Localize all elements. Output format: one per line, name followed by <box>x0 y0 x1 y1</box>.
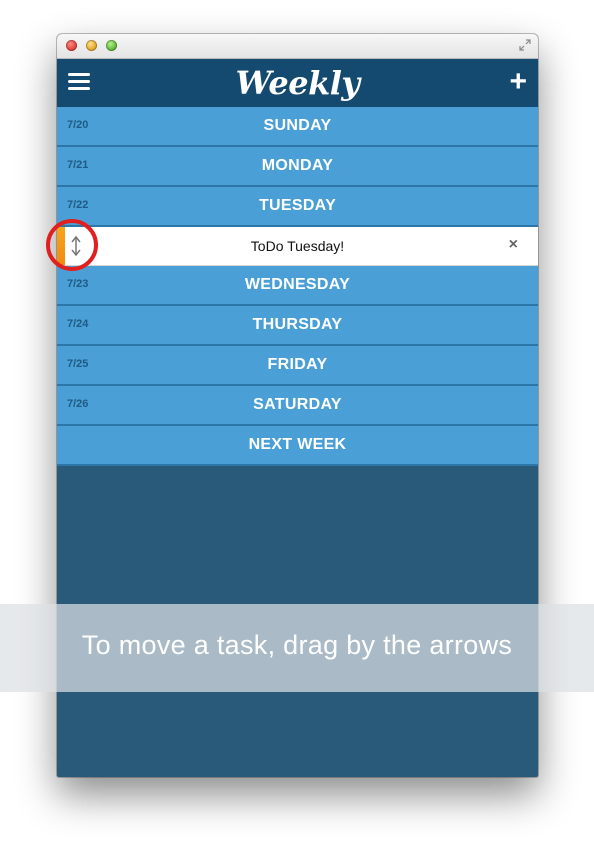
day-row-saturday[interactable]: 7/26 SATURDAY <box>57 386 538 426</box>
tutorial-message: To move a task, drag by the arrows <box>81 630 513 660</box>
zoom-window-button[interactable] <box>106 40 117 51</box>
day-name: TUESDAY <box>258 197 337 214</box>
delete-task-button[interactable]: × <box>509 236 518 254</box>
tutorial-banner: To move a task, drag by the arrows <box>0 604 594 692</box>
task-row[interactable]: ToDo Tuesday! × <box>57 227 538 266</box>
day-row-wednesday[interactable]: 7/23 WEDNESDAY <box>57 266 538 306</box>
day-name: SATURDAY <box>253 396 342 413</box>
day-name: THURSDAY <box>252 316 343 333</box>
task-text[interactable]: ToDo Tuesday! <box>57 238 538 254</box>
day-row-tuesday[interactable]: 7/22 TUESDAY <box>57 187 538 227</box>
add-task-button[interactable]: + <box>509 65 527 99</box>
app-header: Weekly + <box>57 59 538 107</box>
window-titlebar <box>57 34 538 59</box>
day-row-friday[interactable]: 7/25 FRIDAY <box>57 346 538 386</box>
day-name: SUNDAY <box>263 117 332 134</box>
day-name: NEXT WEEK <box>248 436 347 453</box>
day-row-sunday[interactable]: 7/20 SUNDAY <box>57 107 538 147</box>
day-name: FRIDAY <box>267 356 328 373</box>
day-name: MONDAY <box>261 157 334 174</box>
minimize-window-button[interactable] <box>86 40 97 51</box>
day-row-next-week[interactable]: NEXT WEEK <box>57 426 538 466</box>
day-row-monday[interactable]: 7/21 MONDAY <box>57 147 538 187</box>
day-row-thursday[interactable]: 7/24 THURSDAY <box>57 306 538 346</box>
day-list: 7/20 SUNDAY 7/21 MONDAY 7/22 TUESDAY ToD… <box>57 107 538 466</box>
day-name: WEDNESDAY <box>244 276 351 293</box>
app-logo: Weekly <box>235 64 360 102</box>
close-window-button[interactable] <box>66 40 77 51</box>
expand-icon[interactable] <box>518 39 532 53</box>
